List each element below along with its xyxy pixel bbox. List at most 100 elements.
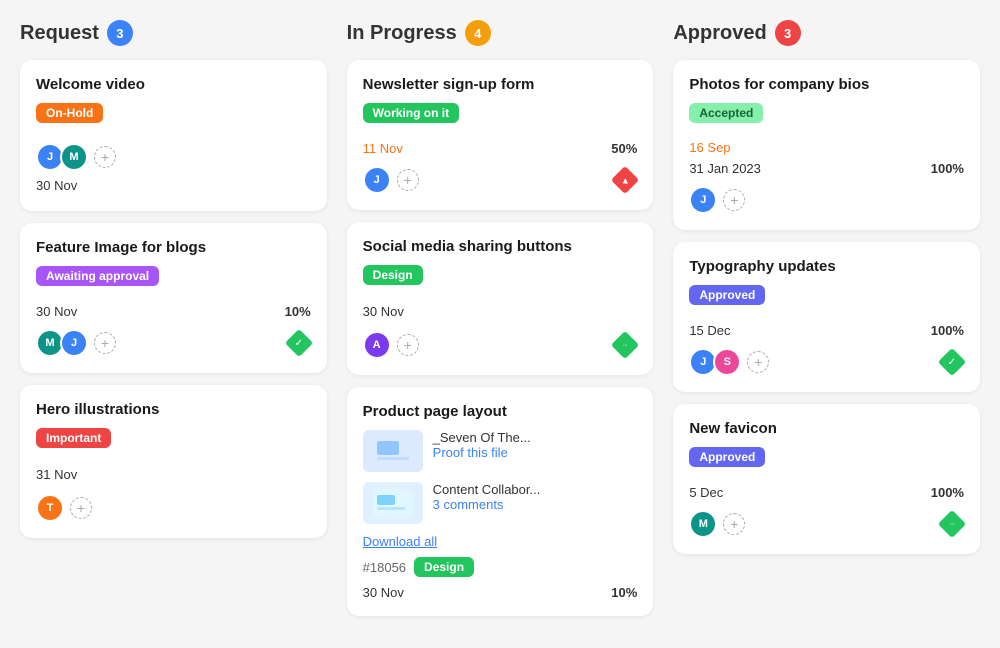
add-member-button[interactable]: +	[723, 189, 745, 211]
comments-link[interactable]: 3 comments	[433, 497, 638, 512]
card-percent: 10%	[285, 304, 311, 319]
column-in-progress: In Progress 4 Newsletter sign-up form Wo…	[347, 20, 654, 628]
avatar: J	[60, 329, 88, 357]
attachment-info: _Seven Of The... Proof this file	[433, 430, 638, 460]
card-footer: T +	[36, 494, 311, 522]
date-row: 31 Nov	[36, 466, 311, 484]
card-newsletter: Newsletter sign-up form Working on it 11…	[347, 60, 654, 210]
card-feature-image: Feature Image for blogs Awaiting approva…	[20, 223, 327, 373]
avatar: T	[36, 494, 64, 522]
avatar-group: J +	[689, 186, 745, 214]
card-footer: J M +	[36, 143, 311, 171]
card-hero-illustrations: Hero illustrations Important 31 Nov T +	[20, 385, 327, 538]
column-header-request: Request 3	[20, 20, 327, 46]
column-title-request: Request	[20, 22, 99, 45]
add-member-button[interactable]: +	[94, 332, 116, 354]
date2-percent-row: 31 Jan 2023 100%	[689, 161, 964, 176]
card-product-page: Product page layout _Seven Of The... Pro…	[347, 387, 654, 616]
card-date: 31 Nov	[36, 467, 77, 482]
card-title: Newsletter sign-up form	[363, 76, 638, 93]
tag-important: Important	[36, 428, 111, 448]
status-icon	[940, 350, 964, 374]
date-row: 30 Nov	[363, 303, 638, 321]
tag-approved: Approved	[689, 285, 765, 305]
status-icon	[613, 168, 637, 192]
column-header-approved: Approved 3	[673, 20, 980, 46]
attachment-name: _Seven Of The...	[433, 430, 638, 445]
card-title: Social media sharing buttons	[363, 238, 638, 255]
card-typography: Typography updates Approved 15 Dec 100% …	[673, 242, 980, 392]
card-date: 30 Nov	[363, 304, 404, 319]
card-title: Hero illustrations	[36, 401, 311, 418]
card-date: 30 Nov	[363, 585, 404, 600]
add-member-button[interactable]: +	[70, 497, 92, 519]
column-title-in-progress: In Progress	[347, 22, 457, 45]
card-title: Photos for company bios	[689, 76, 964, 93]
card-date2: 31 Jan 2023	[689, 161, 761, 176]
column-badge-in-progress: 4	[465, 20, 491, 46]
avatar: J	[363, 166, 391, 194]
file-preview-icon	[373, 489, 413, 517]
add-member-button[interactable]: +	[94, 146, 116, 168]
card-footer: J +	[363, 166, 638, 194]
card-percent: 100%	[931, 323, 964, 338]
add-member-button[interactable]: +	[723, 513, 745, 535]
add-member-button[interactable]: +	[397, 169, 419, 191]
column-badge-approved: 3	[775, 20, 801, 46]
download-all-link[interactable]: Download all	[363, 534, 638, 549]
avatar-group: J +	[363, 166, 419, 194]
tag-awaiting: Awaiting approval	[36, 266, 159, 286]
tag-on-hold: On-Hold	[36, 103, 103, 123]
avatar-group: T +	[36, 494, 92, 522]
card-title: New favicon	[689, 420, 964, 437]
status-icon	[940, 512, 964, 536]
attachment-thumb	[363, 430, 423, 472]
avatar-group: M +	[689, 510, 745, 538]
card-footer: M +	[689, 510, 964, 538]
avatar: A	[363, 331, 391, 359]
column-title-approved: Approved	[673, 22, 766, 45]
ticket-id: #18056	[363, 560, 406, 575]
ticket-row: #18056 Design	[363, 557, 638, 577]
date-percent-row: 11 Nov 50%	[363, 141, 638, 156]
avatar: M	[689, 510, 717, 538]
avatar: M	[60, 143, 88, 171]
date-row: 30 Nov	[36, 177, 311, 195]
card-footer: M J +	[36, 329, 311, 357]
avatar-group: J M +	[36, 143, 116, 171]
card-title: Product page layout	[363, 403, 638, 420]
column-badge-request: 3	[107, 20, 133, 46]
attachment-item: Content Collabor... 3 comments	[363, 482, 638, 524]
add-member-button[interactable]: +	[747, 351, 769, 373]
tag-accepted: Accepted	[689, 103, 763, 123]
card-social-media: Social media sharing buttons Design 30 N…	[347, 222, 654, 375]
avatar: J	[689, 186, 717, 214]
card-footer: A +	[363, 331, 638, 359]
card-welcome-video: Welcome video On-Hold J M + 30 Nov	[20, 60, 327, 211]
proof-file-link[interactable]: Proof this file	[433, 445, 638, 460]
attachment-item: _Seven Of The... Proof this file	[363, 430, 638, 472]
card-percent: 10%	[611, 585, 637, 600]
file-preview-icon	[373, 437, 413, 465]
avatar: S	[713, 348, 741, 376]
date-percent-row: 30 Nov 10%	[36, 304, 311, 319]
date-row: 16 Sep	[689, 139, 964, 157]
avatar-group: M J +	[36, 329, 116, 357]
card-title: Welcome video	[36, 76, 311, 93]
card-footer: J S +	[689, 348, 964, 376]
add-member-button[interactable]: +	[397, 334, 419, 356]
status-icon	[287, 331, 311, 355]
avatar-group: J S +	[689, 348, 769, 376]
card-percent: 50%	[611, 141, 637, 156]
card-date: 15 Dec	[689, 323, 730, 338]
avatar-group: A +	[363, 331, 419, 359]
kanban-board: Request 3 Welcome video On-Hold J M + 30…	[20, 20, 980, 628]
tag-design: Design	[363, 265, 423, 285]
date-percent-row: 30 Nov 10%	[363, 585, 638, 600]
tag-approved: Approved	[689, 447, 765, 467]
column-approved: Approved 3 Photos for company bios Accep…	[673, 20, 980, 628]
status-icon	[613, 333, 637, 357]
card-percent: 100%	[931, 485, 964, 500]
card-percent: 100%	[931, 161, 964, 176]
attachment-info: Content Collabor... 3 comments	[433, 482, 638, 512]
